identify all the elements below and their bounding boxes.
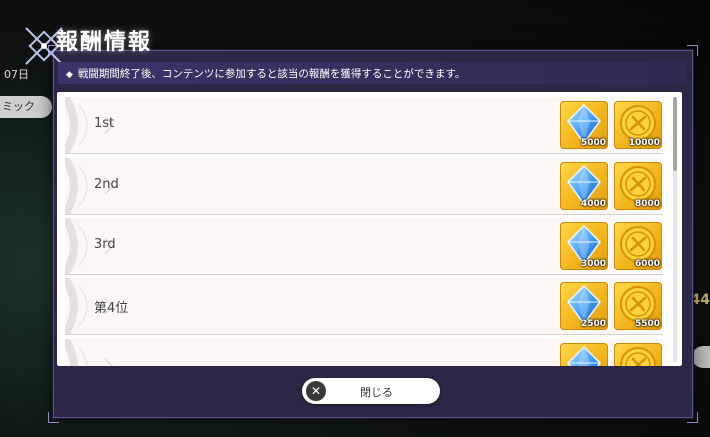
close-button-label: 閉じる [360, 386, 393, 399]
close-button[interactable]: ✕ 閉じる [302, 378, 440, 404]
reward-quantity: 6000 [634, 259, 660, 269]
crystal-reward[interactable]: 5000 [560, 101, 608, 149]
gold-coin-reward[interactable] [614, 343, 662, 366]
rank-label: 3rd [94, 237, 116, 252]
reward-row: 第4位 2500 5500 [65, 278, 663, 335]
reward-row: 3rd 3000 6000 [65, 218, 663, 275]
crystal-reward[interactable]: 2500 [560, 282, 608, 330]
dialog-description: ◆ 戦闘期間終了後、コンテンツに参加すると該当の報酬を獲得することができます。 [66, 66, 465, 81]
background-tab: ミック [0, 96, 52, 118]
reward-list[interactable]: 1st 5000 10000 2nd 4000 8000 3rd 3000 6000 第4位 250… [57, 92, 682, 366]
reward-quantity: 2500 [580, 319, 606, 329]
gold-coin-reward[interactable]: 8000 [614, 162, 662, 210]
reward-quantity: 3000 [580, 259, 606, 269]
reward-quantity: 5500 [634, 319, 660, 329]
rank-label: 1st [94, 116, 115, 131]
gold-coin-reward[interactable]: 10000 [614, 101, 662, 149]
reward-row: 1st 5000 10000 [65, 97, 663, 154]
scrollbar-thumb[interactable] [673, 97, 677, 171]
dialog-corner [687, 412, 698, 423]
background-number: 44 [690, 292, 710, 308]
close-icon: ✕ [306, 381, 326, 401]
crystal-reward[interactable] [560, 343, 608, 366]
rank-label: 第4位 [94, 301, 129, 316]
rank-label: 2nd [94, 177, 119, 192]
reward-quantity: 10000 [628, 138, 660, 148]
reward-quantity: 5000 [580, 138, 606, 148]
dialog-corner [48, 412, 59, 423]
crystal-reward[interactable]: 4000 [560, 162, 608, 210]
crystal-reward[interactable]: 3000 [560, 222, 608, 270]
reward-row [65, 339, 663, 366]
reward-list-scrollbar[interactable] [673, 97, 677, 362]
dialog-corner [687, 45, 698, 56]
gold-coin-reward[interactable]: 6000 [614, 222, 662, 270]
description-text: 戦闘期間終了後、コンテンツに参加すると該当の報酬を獲得することができます。 [77, 68, 466, 80]
reward-row: 2nd 4000 8000 [65, 158, 663, 215]
gold-coin-reward[interactable]: 5500 [614, 282, 662, 330]
dialog-title: 報酬情報 [56, 30, 153, 55]
reward-quantity: 8000 [634, 199, 660, 209]
reward-quantity: 4000 [580, 199, 606, 209]
row-ornament-icon [65, 339, 114, 366]
background-pill [692, 346, 710, 368]
diamond-bullet-icon: ◆ [66, 70, 73, 80]
